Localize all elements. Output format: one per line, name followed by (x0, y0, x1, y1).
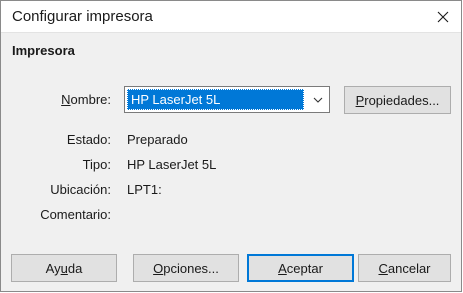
close-button[interactable] (425, 1, 461, 32)
accept-button[interactable]: Aceptar (247, 254, 354, 282)
comment-label: Comentario: (40, 207, 111, 222)
status-label: Estado: (66, 132, 111, 147)
section-title: Impresora (12, 43, 75, 58)
close-icon (437, 11, 449, 22)
type-value: HP LaserJet 5L (127, 157, 217, 172)
printer-setup-dialog: Configurar impresora Impresora Nombre: H… (0, 0, 462, 292)
cancel-button[interactable]: Cancelar (358, 254, 451, 282)
status-value: Preparado (127, 132, 188, 147)
dropdown-button[interactable] (307, 87, 329, 112)
printer-name-selected-value: HP LaserJet 5L (127, 89, 304, 110)
help-button[interactable]: Ay u da (11, 254, 117, 282)
printer-name-select[interactable]: HP LaserJet 5L (124, 86, 330, 113)
chevron-down-icon (313, 97, 323, 103)
location-label: Ubicación: (50, 182, 111, 197)
options-button[interactable]: Opciones... (133, 254, 239, 282)
location-value: LPT1: (127, 182, 162, 197)
type-label: Tipo: (82, 157, 111, 172)
properties-button[interactable]: Propiedades... (344, 86, 451, 114)
name-label: Nombre: (61, 92, 111, 107)
window-title: Configurar impresora (12, 8, 153, 25)
title-bar: Configurar impresora (1, 1, 461, 33)
